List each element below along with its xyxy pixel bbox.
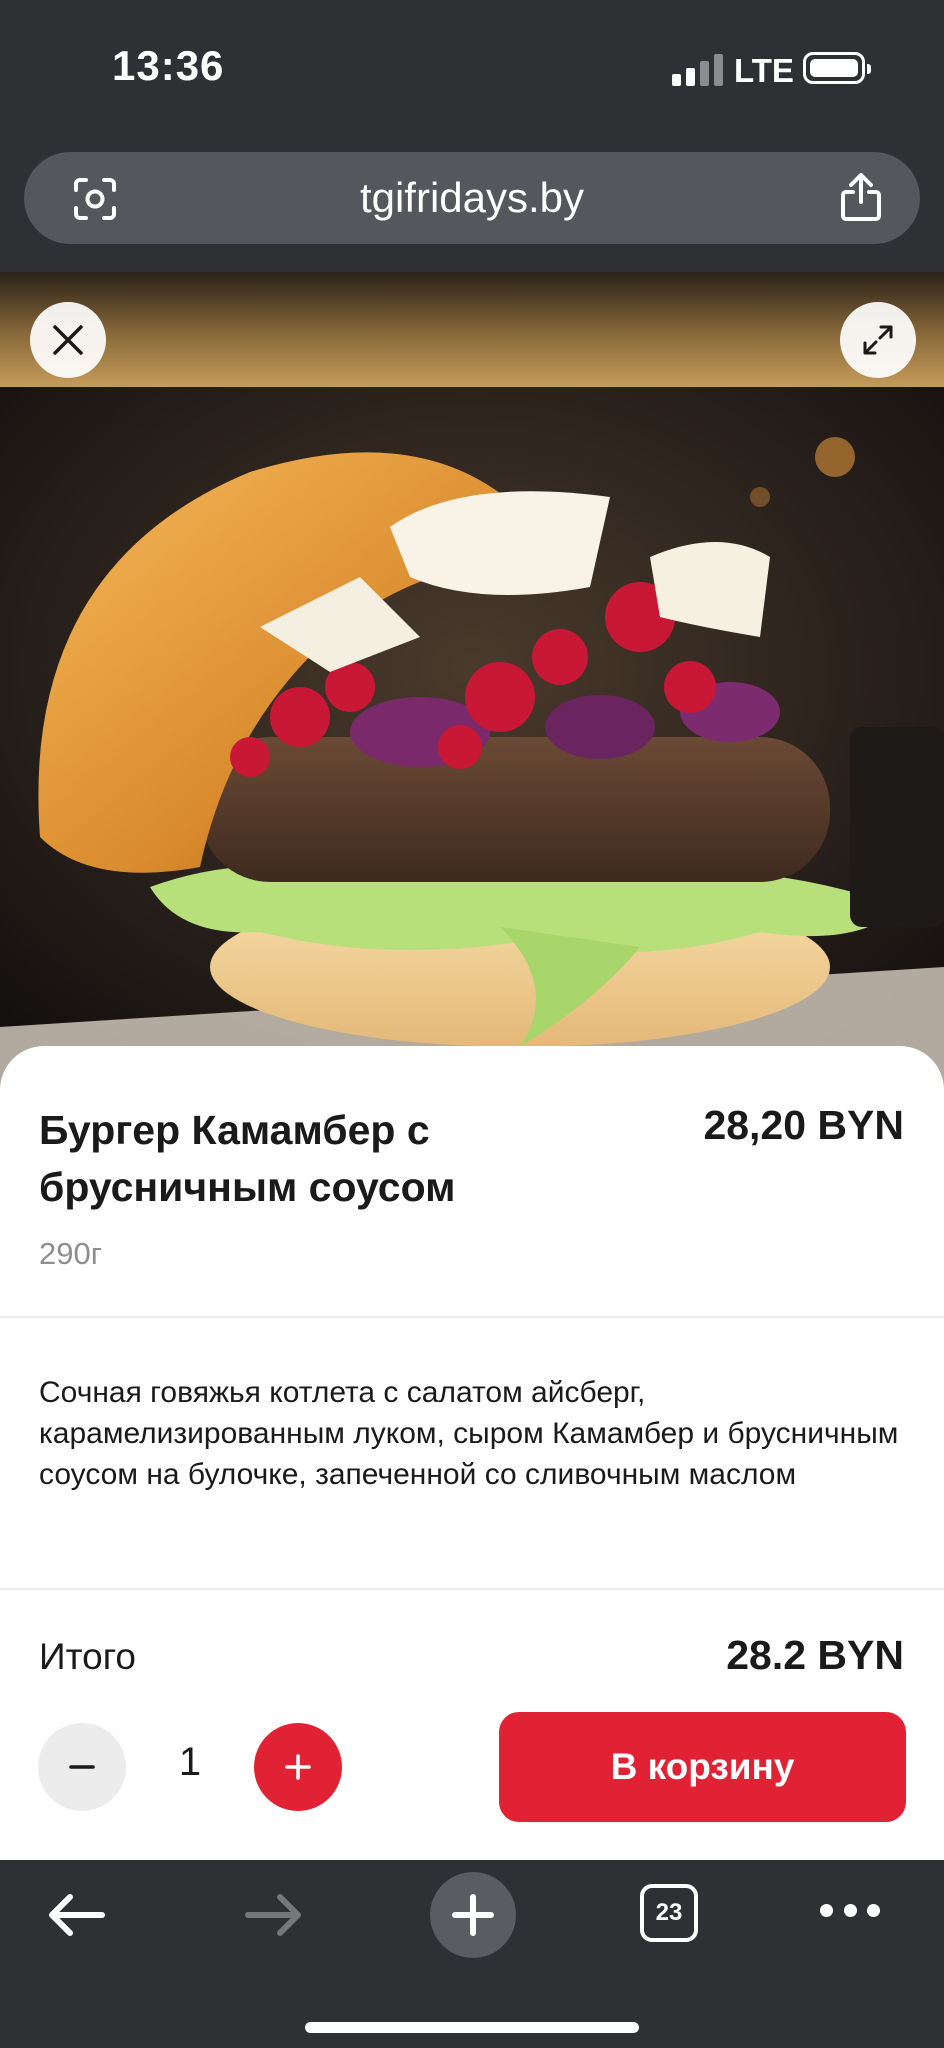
plus-icon (452, 1894, 494, 1936)
cellular-signal-icon (672, 54, 723, 86)
close-icon (53, 325, 83, 355)
share-icon[interactable] (838, 172, 884, 222)
back-arrow-icon[interactable] (44, 1890, 108, 1940)
status-time: 13:36 (112, 42, 225, 89)
increase-quantity-button[interactable] (254, 1723, 342, 1811)
more-icon[interactable] (820, 1904, 880, 1920)
address-bar[interactable]: tgifridays.by (24, 152, 920, 244)
expand-button[interactable] (840, 302, 916, 378)
burger-photo (0, 387, 944, 1092)
total-label: Итого (39, 1636, 136, 1677)
product-title: Бургер Камамбер с брусничным соусом (39, 1107, 456, 1210)
battery-icon (803, 52, 871, 84)
home-indicator (305, 2022, 639, 2033)
divider (0, 1588, 944, 1590)
product-image (0, 272, 944, 1092)
close-button[interactable] (30, 302, 106, 378)
add-to-cart-button[interactable]: В корзину (499, 1712, 906, 1822)
network-type: LTE (734, 52, 794, 89)
product-sheet: Бургер Камамбер с брусничным соусом 28,2… (0, 1046, 944, 1860)
forward-arrow-icon[interactable] (242, 1890, 306, 1940)
browser-toolbar: 23 (0, 1860, 944, 2048)
url-text[interactable]: tgifridays.by (24, 174, 920, 222)
total-value: 28.2 BYN (726, 1632, 904, 1678)
product-description: Сочная говяжья котлета с салатом айсберг… (39, 1376, 899, 1491)
product-price: 28,20 BYN (703, 1102, 904, 1148)
new-tab-button[interactable] (430, 1872, 516, 1958)
minus-icon (69, 1765, 95, 1769)
quantity-value: 1 (178, 1740, 202, 1784)
tabs-button[interactable]: 23 (640, 1884, 698, 1942)
image-blur-strip (0, 272, 944, 387)
status-bar: 13:36 LTE (0, 0, 944, 140)
divider (0, 1316, 944, 1318)
expand-icon (863, 325, 893, 355)
product-weight: 290г (39, 1236, 103, 1271)
plus-icon (285, 1754, 311, 1780)
decrease-quantity-button[interactable] (38, 1723, 126, 1811)
